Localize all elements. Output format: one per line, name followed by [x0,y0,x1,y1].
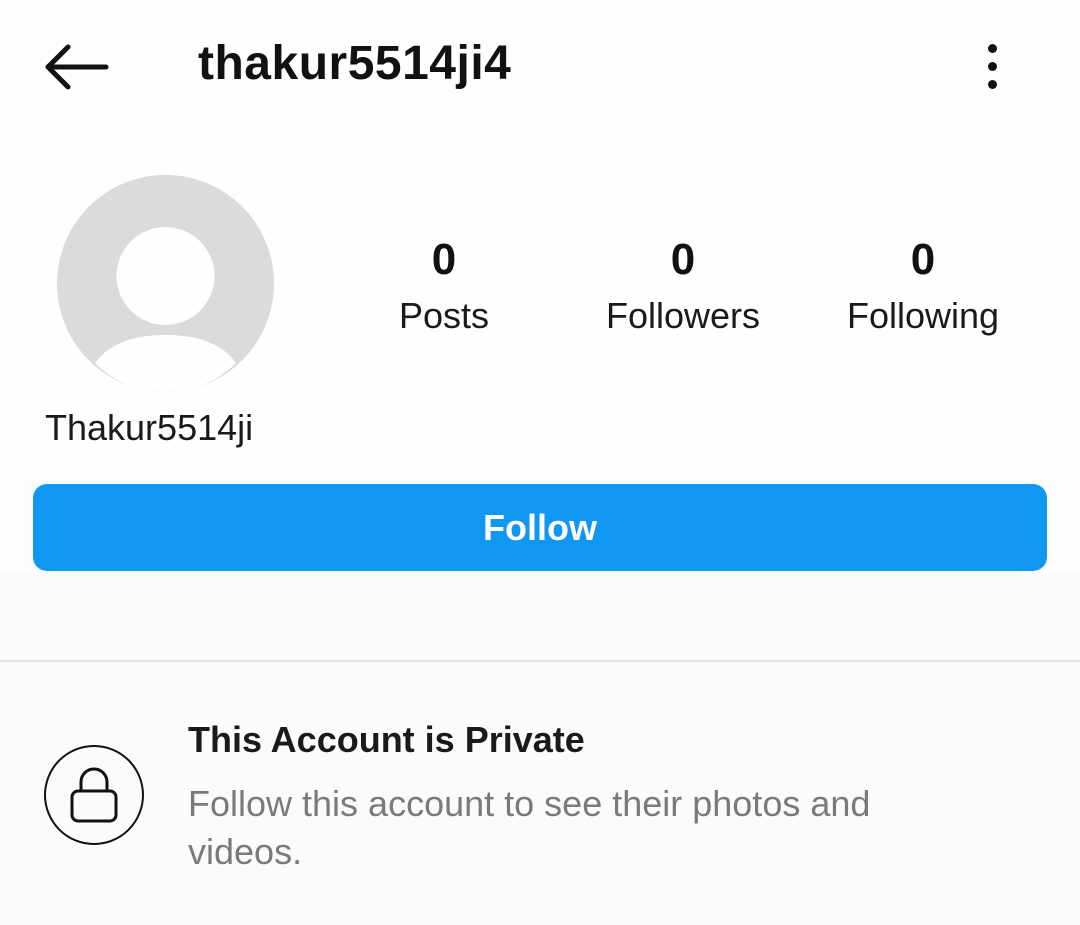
display-name: Thakur5514ji [45,407,254,448]
following-stat[interactable]: 0 Following [813,232,1033,344]
followers-count: 0 [670,235,696,284]
back-button[interactable] [38,36,114,98]
vertical-dots-icon [987,43,997,53]
posts-stat[interactable]: 0 Posts [334,232,554,344]
followers-stat[interactable]: 0 Followers [573,232,793,344]
posts-label: Posts [398,295,490,336]
profile-username: thakur5514ji4 [198,37,512,90]
arrow-left-icon [45,44,109,90]
lock-icon [70,767,118,823]
posts-count: 0 [431,235,457,284]
private-account-title: This Account is Private [188,719,585,760]
top-bar: thakur5514ji4 [0,0,1080,130]
follow-button[interactable]: Follow [33,484,1047,571]
following-count: 0 [910,235,936,284]
following-label: Following [846,295,1000,336]
section-divider [0,660,1080,662]
private-lock-badge [44,745,144,845]
more-options-button[interactable] [968,36,1016,96]
profile-stats: 0 Posts 0 Followers 0 Following [0,232,1080,352]
private-account-description: Follow this account to see their photos … [188,783,871,872]
followers-label: Followers [605,295,761,336]
